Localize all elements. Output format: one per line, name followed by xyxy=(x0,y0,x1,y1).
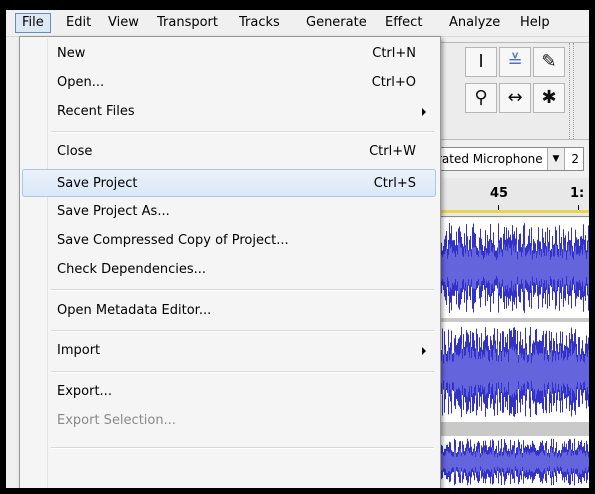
menu-generate[interactable]: Generate xyxy=(300,14,373,32)
menu-item-label: Close xyxy=(57,144,93,159)
menu-separator xyxy=(51,330,434,332)
menu-item-label: Export Selection... xyxy=(57,413,176,428)
menu-view[interactable]: View xyxy=(102,14,145,32)
input-channels-value: 2 xyxy=(571,152,579,166)
menu-separator xyxy=(51,131,434,133)
menu-separator xyxy=(51,371,434,373)
chevron-down-icon: ▼ xyxy=(547,148,565,170)
menu-item-open[interactable]: Open... Ctrl+O xyxy=(22,69,436,97)
menu-file[interactable]: File xyxy=(15,13,51,33)
menu-item-shortcut: Ctrl+N xyxy=(372,46,416,61)
menu-analyze[interactable]: Analyze xyxy=(443,14,506,32)
waveform-graphic xyxy=(432,326,589,418)
menu-item-label: Save Project xyxy=(57,176,138,191)
menu-item-recent-files[interactable]: Recent Files xyxy=(22,98,436,126)
audio-track-waveform[interactable] xyxy=(432,218,589,422)
menu-item-close[interactable]: Close Ctrl+W xyxy=(22,138,436,166)
submenu-arrow-icon xyxy=(422,347,426,355)
zoom-icon: ⚲ xyxy=(474,87,488,108)
menu-item-save-compressed-copy[interactable]: Save Compressed Copy of Project... xyxy=(22,227,436,255)
menu-item-shortcut: Ctrl+W xyxy=(369,144,416,159)
audacity-window: File Edit View Transport Tracks Generate… xyxy=(6,10,589,488)
menu-item-shortcut: Ctrl+S xyxy=(373,176,416,191)
selection-indicator-line xyxy=(432,210,589,213)
envelope-icon: ≚ xyxy=(507,51,523,72)
menu-item-label: Check Dependencies... xyxy=(57,262,207,277)
menu-item-export[interactable]: Export... xyxy=(22,378,436,406)
timeshift-icon: ↔ xyxy=(507,87,523,108)
draw-tool-button[interactable]: ✎ xyxy=(533,47,565,77)
menu-item-label: Import xyxy=(57,343,101,358)
ruler-tick-label: 45 xyxy=(490,186,509,201)
tools-toolbar: I ≚ ✎ ⚲ ↔ ✱ xyxy=(434,42,589,140)
track-channel-right[interactable] xyxy=(432,322,589,422)
menu-edit[interactable]: Edit xyxy=(60,14,97,32)
menu-effect[interactable]: Effect xyxy=(379,14,428,32)
menu-item-shortcut: Ctrl+O xyxy=(371,75,416,90)
timeline-ruler[interactable]: 45 1: xyxy=(432,178,589,217)
menu-separator xyxy=(51,289,434,291)
menu-item-label: Export... xyxy=(57,384,112,399)
track-channel-left[interactable] xyxy=(432,218,589,318)
menu-help[interactable]: Help xyxy=(514,14,556,32)
selection-tool-button[interactable]: I xyxy=(465,47,497,77)
submenu-arrow-icon xyxy=(422,108,426,116)
file-menu-dropdown: New Ctrl+N Open... Ctrl+O Recent Files C… xyxy=(19,36,441,488)
pencil-icon: ✎ xyxy=(541,51,557,72)
menu-item-save-project-as[interactable]: Save Project As... xyxy=(22,198,436,226)
menu-item-label: Open... xyxy=(57,75,105,90)
track-divider xyxy=(432,422,589,436)
ibeam-icon: I xyxy=(478,51,484,72)
toolbar-grip[interactable] xyxy=(569,43,574,139)
menu-item-label: Recent Files xyxy=(57,104,135,119)
menu-item-save-project[interactable]: Save Project Ctrl+S xyxy=(22,169,436,197)
timeshift-tool-button[interactable]: ↔ xyxy=(499,83,531,113)
menu-item-export-selection: Export Selection... xyxy=(22,407,436,435)
zoom-tool-button[interactable]: ⚲ xyxy=(465,83,497,113)
menu-item-new[interactable]: New Ctrl+N xyxy=(22,40,436,68)
menu-bar: File Edit View Transport Tracks Generate… xyxy=(6,10,589,37)
multi-tool-button[interactable]: ✱ xyxy=(533,83,565,113)
menu-item-label: Save Compressed Copy of Project... xyxy=(57,233,289,248)
menu-tracks[interactable]: Tracks xyxy=(233,14,286,32)
menu-item-import[interactable]: Import xyxy=(22,337,436,365)
input-device-select[interactable]: rated Microphone ▼ 2 xyxy=(434,147,584,171)
audio-track-waveform[interactable] xyxy=(432,436,589,488)
multi-tool-icon: ✱ xyxy=(541,87,557,108)
menu-item-label: Open Metadata Editor... xyxy=(57,303,212,318)
menu-item-open-metadata-editor[interactable]: Open Metadata Editor... xyxy=(22,297,436,325)
ruler-tick-label: 1: xyxy=(570,186,585,201)
menu-item-label: New xyxy=(57,46,86,61)
envelope-tool-button[interactable]: ≚ xyxy=(499,47,531,77)
menu-item-check-dependencies[interactable]: Check Dependencies... xyxy=(22,256,436,284)
input-device-value: rated Microphone xyxy=(437,152,543,166)
waveform-graphic xyxy=(432,222,589,314)
menu-separator xyxy=(51,447,434,449)
menu-transport[interactable]: Transport xyxy=(151,14,224,32)
waveform-graphic xyxy=(432,438,589,486)
menu-item-label: Save Project As... xyxy=(57,204,170,219)
